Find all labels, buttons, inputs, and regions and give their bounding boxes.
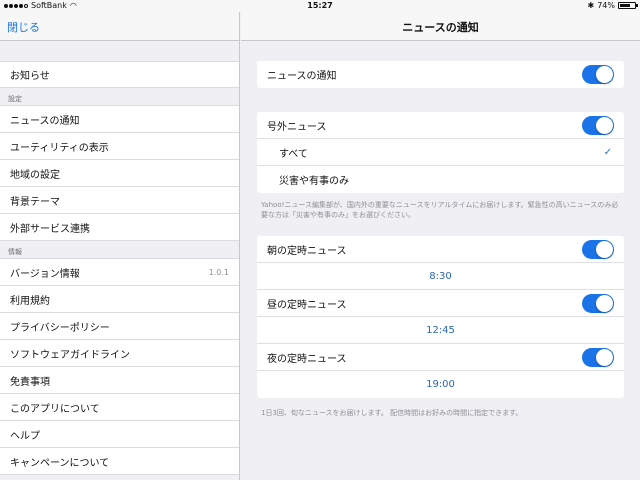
- settings-sidebar: 閉じる お知らせ 設定 ニュースの通知 ユーティリティの表示 地域の設定 背景テ…: [0, 12, 240, 480]
- bluetooth-icon: ✱: [587, 1, 595, 10]
- noon-news-toggle[interactable]: [582, 294, 614, 313]
- sidebar-item-label: 地域の設定: [10, 169, 60, 181]
- version-value: 1.0.1: [208, 267, 229, 277]
- battery-percent: 74%: [597, 1, 615, 10]
- toggle-knob: [596, 349, 613, 366]
- sidebar-item-utility-display[interactable]: ユーティリティの表示: [0, 133, 239, 160]
- close-button[interactable]: 閉じる: [7, 19, 40, 35]
- sidebar-item-help[interactable]: ヘルプ: [0, 421, 239, 448]
- page-title: ニュースの通知: [241, 12, 640, 41]
- sidebar-item-external-services[interactable]: 外部サービス連携: [0, 214, 239, 241]
- status-right: ✱ 74%: [587, 1, 638, 10]
- noon-news-time[interactable]: 12:45: [257, 317, 624, 344]
- extra-news-row: 号外ニュース: [257, 112, 624, 139]
- battery-icon: [618, 2, 638, 9]
- extra-news-toggle[interactable]: [582, 116, 614, 135]
- noon-news-row: 昼の定時ニュース: [257, 290, 624, 317]
- extra-option-disaster-only[interactable]: 災害や有事のみ: [257, 166, 624, 193]
- sidebar-item-label: このアプリについて: [10, 403, 100, 415]
- row-label: 昼の定時ニュース: [267, 299, 347, 311]
- checkmark-icon: ✓: [603, 146, 612, 158]
- sidebar-item-label: プライバシーポリシー: [10, 322, 110, 334]
- row-label: 朝の定時ニュース: [267, 245, 347, 257]
- extra-news-group: 号外ニュース すべて ✓ 災害や有事のみ: [257, 112, 624, 193]
- sidebar-item-privacy-policy[interactable]: プライバシーポリシー: [0, 313, 239, 340]
- toggle-knob: [596, 117, 613, 134]
- scheduled-news-group: 朝の定時ニュース 8:30 昼の定時ニュース 12:45 夜の定時ニュース 19…: [257, 236, 624, 398]
- news-notification-group: ニュースの通知: [257, 61, 624, 88]
- sidebar-item-about[interactable]: このアプリについて: [0, 394, 239, 421]
- toggle-knob: [596, 241, 613, 258]
- sidebar-item-label: ユーティリティの表示: [10, 142, 109, 154]
- sidebar-item-label: キャンペーンについて: [10, 457, 110, 469]
- extra-news-note: Yahoo!ニュース編集部が、国内外の重要なニュースをリアルタイムにお届けします…: [261, 201, 619, 219]
- sidebar-item-campaign[interactable]: キャンペーンについて: [0, 448, 239, 475]
- sidebar-item-background-theme[interactable]: 背景テーマ: [0, 187, 239, 214]
- row-label: 号外ニュース: [267, 121, 327, 133]
- status-time: 15:27: [307, 1, 333, 10]
- sidebar-item-label: 利用規約: [10, 295, 50, 307]
- status-bar: SoftBank ◠ 15:27 ✱ 74%: [0, 0, 640, 12]
- sidebar-item-software-guidelines[interactable]: ソフトウェアガイドライン: [0, 340, 239, 367]
- option-label: 災害や有事のみ: [279, 176, 349, 187]
- extra-option-all[interactable]: すべて ✓: [257, 139, 624, 166]
- sidebar-nav-bar: 閉じる: [0, 12, 239, 41]
- option-label: すべて: [279, 148, 308, 160]
- sidebar-item-label: お知らせ: [10, 71, 50, 82]
- sidebar-item-disclaimer[interactable]: 免責事項: [0, 367, 239, 394]
- sidebar-item-region[interactable]: 地域の設定: [0, 160, 239, 187]
- row-label: 夜の定時ニュース: [267, 353, 347, 365]
- sidebar-item-terms[interactable]: 利用規約: [0, 286, 239, 313]
- sidebar-item-version[interactable]: バージョン情報 1.0.1: [0, 259, 239, 286]
- sidebar-item-label: バージョン情報: [10, 268, 80, 280]
- section-header-settings: 設定: [0, 88, 239, 106]
- sidebar-item-label: ソフトウェアガイドライン: [10, 349, 130, 361]
- sidebar-item-label: ニュースの通知: [10, 115, 80, 127]
- sidebar-item-label: 免責事項: [10, 376, 50, 388]
- morning-news-toggle[interactable]: [582, 240, 614, 259]
- news-notification-row: ニュースの通知: [257, 61, 624, 88]
- morning-news-time[interactable]: 8:30: [257, 263, 624, 290]
- sidebar-item-label: 外部サービス連携: [10, 223, 90, 235]
- sidebar-item-label: 背景テーマ: [10, 196, 60, 208]
- row-label: ニュースの通知: [267, 71, 337, 82]
- sidebar-item-notices[interactable]: お知らせ: [0, 61, 239, 88]
- news-notification-toggle[interactable]: [582, 65, 614, 84]
- morning-news-row: 朝の定時ニュース: [257, 236, 624, 263]
- sidebar-item-news-notification[interactable]: ニュースの通知: [0, 106, 239, 133]
- section-header-info: 情報: [0, 241, 239, 259]
- evening-news-toggle[interactable]: [582, 348, 614, 367]
- evening-news-time[interactable]: 19:00: [257, 371, 624, 398]
- toggle-knob: [596, 66, 613, 83]
- detail-pane: ニュースの通知 ニュースの通知 号外ニュース すべて ✓ 災害や有事のみ Yah…: [241, 12, 640, 480]
- sidebar-item-label: ヘルプ: [10, 430, 40, 442]
- scheduled-news-note: 1日3回、旬なニュースをお届けします。 配信時間はお好みの時間に指定できます。: [261, 409, 523, 417]
- toggle-knob: [596, 295, 613, 312]
- evening-news-row: 夜の定時ニュース: [257, 344, 624, 371]
